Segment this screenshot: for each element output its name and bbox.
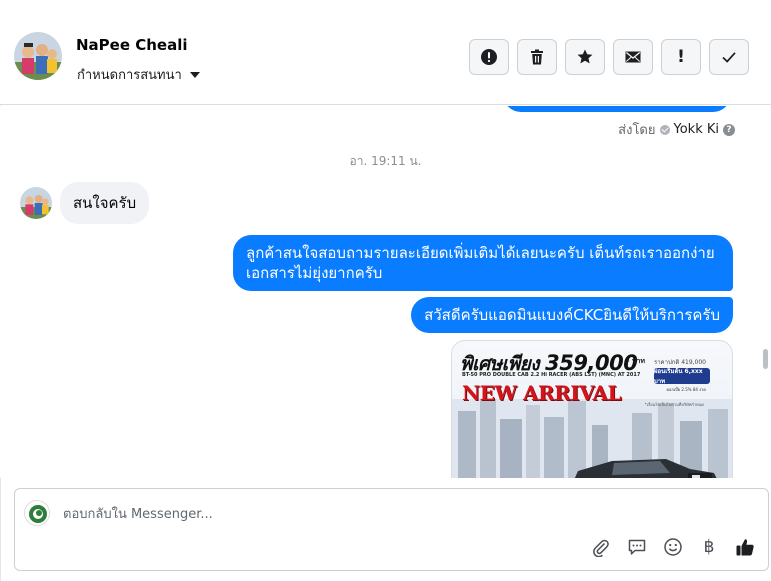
outgoing-message-row: ลูกค้าสนใจสอบถามรายละเอียดเพิ่มเติมได้เล… <box>233 235 733 291</box>
payment-button[interactable]: ฿ <box>698 536 720 558</box>
sent-by-label: ส่งโดย <box>618 123 656 138</box>
trash-icon <box>531 49 543 65</box>
reply-composer: ฿ <box>14 488 769 571</box>
mark-spam-button[interactable] <box>469 39 509 75</box>
emoji-button[interactable] <box>662 536 684 558</box>
promo-title: NEW ARRIVAL <box>462 381 622 405</box>
follow-up-button[interactable]: ! <box>661 39 701 75</box>
promo-baht: .- บาท <box>624 357 645 365</box>
help-icon[interactable]: ? <box>723 123 735 136</box>
mark-done-button[interactable] <box>709 39 749 75</box>
star-icon <box>577 49 593 64</box>
alert-circle-icon <box>481 49 497 65</box>
exclamation-icon: ! <box>677 47 685 67</box>
checkmark-icon <box>722 52 736 63</box>
verified-check-icon <box>659 124 670 135</box>
outgoing-message[interactable]: ลูกค้าสนใจสอบถามรายละเอียดเพิ่มเติมได้เล… <box>233 235 733 291</box>
promo-image-attachment[interactable]: พิเศษเพียง 359,000 .- บาท ราคาปกติ 419,0… <box>451 340 733 478</box>
composer-tools: ฿ <box>590 536 756 558</box>
speech-bubble-icon <box>628 539 646 555</box>
baht-icon: ฿ <box>703 537 715 557</box>
caret-down-icon <box>189 71 200 78</box>
previous-message-bubble[interactable] <box>503 106 731 112</box>
envelope-icon <box>625 51 641 63</box>
promo-model: BT-50 PRO DOUBLE CAB 2.2 Hi RACER (ABS L… <box>462 372 641 378</box>
sent-by-agent: Yokk Ki <box>673 122 720 137</box>
label-dropdown[interactable]: กำหนดการสนทนา <box>77 64 200 85</box>
like-button[interactable] <box>734 536 756 558</box>
message-thread[interactable]: ส่งโดย Yokk Ki ? อา. 19:11 น. สนใจครับ ล… <box>0 106 771 478</box>
paperclip-icon <box>593 539 609 557</box>
contact-name[interactable]: NaPee Cheali <box>76 36 188 54</box>
thumbs-up-icon <box>736 539 754 556</box>
sent-by-line: ส่งโดย Yokk Ki ? <box>618 119 735 140</box>
promo-down-payment: ผ่อนเริ่มต้น 6,xxx บาท <box>654 368 710 385</box>
scrollbar[interactable] <box>761 106 769 478</box>
attach-button[interactable] <box>590 536 612 558</box>
mark-unread-button[interactable] <box>613 39 653 75</box>
conversation-header: NaPee Cheali กำหนดการสนทนา ! <box>0 8 771 105</box>
outgoing-message-row: สวัสดีครับแอดมินแบงค์CKCยินดีให้บริการคร… <box>411 297 733 333</box>
label-dropdown-text: กำหนดการสนทนา <box>77 68 182 83</box>
promo-installment: ดอกเบี้ย 2.5% 84 งวด <box>666 387 706 392</box>
message-timestamp: อา. 19:11 น. <box>349 154 422 168</box>
delete-button[interactable] <box>517 39 557 75</box>
promo-footnote: *เงื่อนไขเป็นไปตามที่บริษัทกำหนด <box>644 402 704 407</box>
outgoing-message[interactable]: สวัสดีครับแอดมินแบงค์CKCยินดีให้บริการคร… <box>411 297 733 333</box>
contact-avatar[interactable] <box>14 32 62 80</box>
reply-input[interactable] <box>63 503 663 525</box>
city-truck-illustration <box>452 399 732 478</box>
smiley-icon <box>664 538 682 556</box>
page-avatar <box>24 500 50 526</box>
star-button[interactable] <box>565 39 605 75</box>
saved-replies-button[interactable] <box>626 536 648 558</box>
contact-avatar-small <box>20 187 52 219</box>
scrollbar-thumb[interactable] <box>763 349 768 369</box>
incoming-message[interactable]: สนใจครับ <box>60 182 150 224</box>
header-actions: ! <box>469 39 749 75</box>
